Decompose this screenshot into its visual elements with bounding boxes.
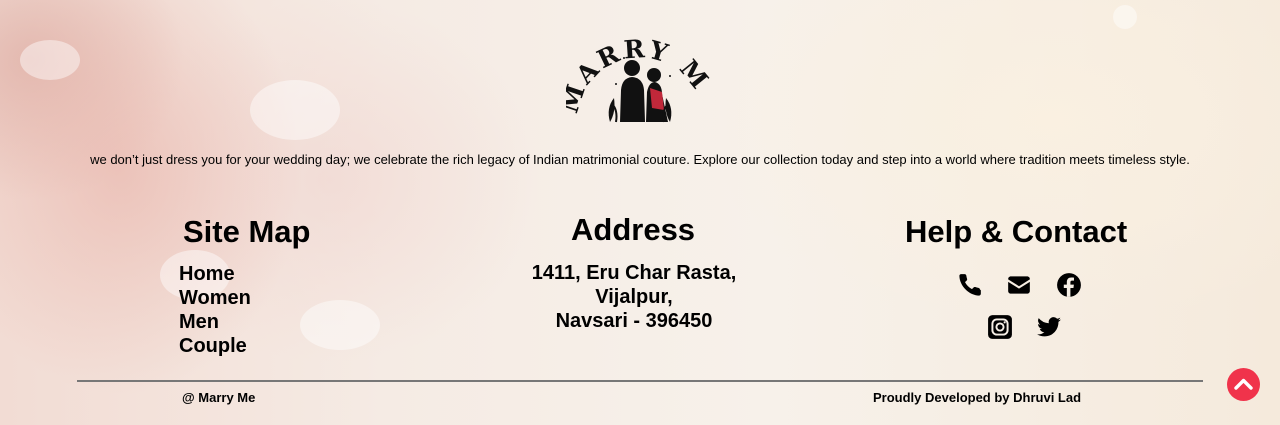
- sitemap-link-men[interactable]: Men: [179, 310, 251, 334]
- footer-section: MARRY ME we don’t just dress you for you…: [0, 0, 1280, 425]
- twitter-icon[interactable]: [1036, 314, 1062, 340]
- footer-divider: [77, 380, 1203, 382]
- sitemap-link-home[interactable]: Home: [179, 262, 251, 286]
- scroll-to-top-button[interactable]: [1227, 368, 1260, 401]
- address-heading: Address: [571, 212, 696, 247]
- brand-tagline: we don’t just dress you for your wedding…: [90, 152, 1190, 167]
- copyright-text: @ Marry Me: [182, 390, 256, 405]
- help-contact-heading: Help & Contact: [905, 214, 1128, 249]
- address-line: 1411, Eru Char Rasta,: [531, 262, 737, 284]
- sitemap-link-couple[interactable]: Couple: [179, 334, 251, 358]
- brand-logo[interactable]: MARRY ME: [555, 0, 714, 124]
- address-line: Vijalpur,: [595, 286, 673, 308]
- address-block: 1411, Eru Char Rasta, Vijalpur, Navsari …: [500, 261, 768, 333]
- address-line: Navsari - 396450: [555, 310, 713, 332]
- sitemap-list: Home Women Men Couple: [179, 262, 251, 358]
- phone-icon[interactable]: [957, 272, 983, 298]
- mail-icon[interactable]: [1006, 272, 1032, 298]
- developer-credit: Proudly Developed by Dhruvi Lad: [873, 390, 1082, 405]
- instagram-icon[interactable]: [987, 314, 1013, 340]
- sitemap-heading: Site Map: [183, 214, 311, 249]
- facebook-icon[interactable]: [1056, 272, 1082, 298]
- chevron-up-icon: [1234, 378, 1253, 390]
- sitemap-link-women[interactable]: Women: [179, 286, 251, 310]
- brand-logo-graphic: MARRY ME: [555, 0, 713, 123]
